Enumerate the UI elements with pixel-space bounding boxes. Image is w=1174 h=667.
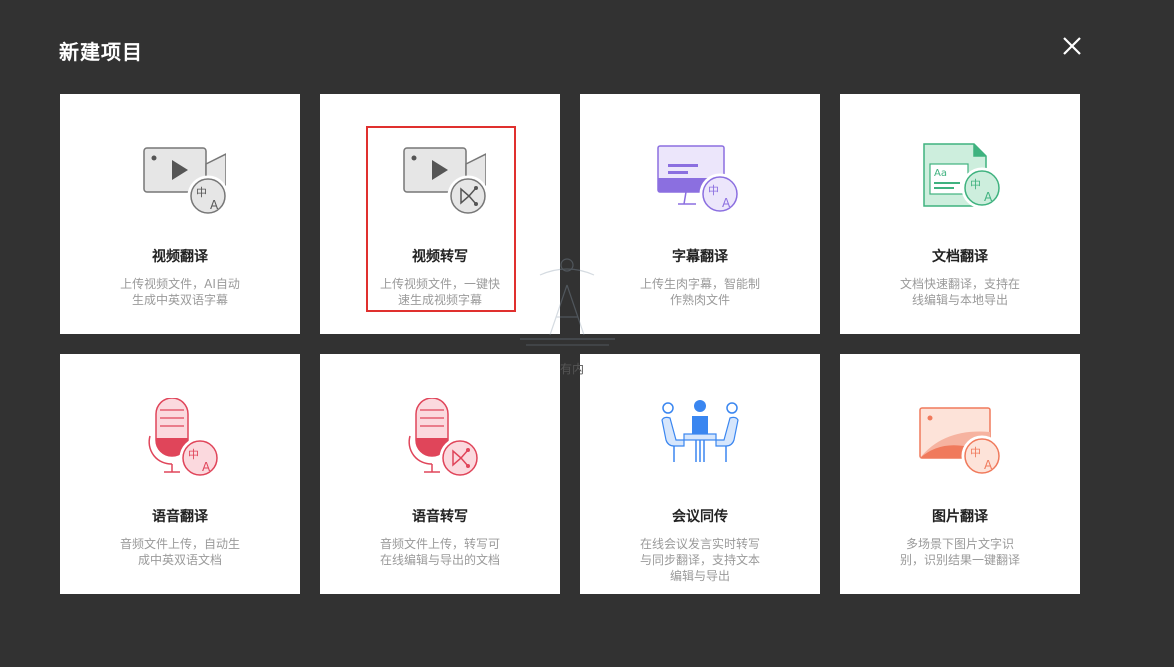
card-title: 视频翻译	[152, 249, 208, 265]
card-audio-translate[interactable]: 中 A 语音翻译 音频文件上传，自动生成中英双语文档	[60, 354, 300, 594]
meeting-interpret-icon	[661, 400, 739, 462]
video-transcribe-icon	[403, 147, 486, 217]
card-image-translate[interactable]: 中 A 图片翻译 多场景下图片文字识别，识别结果一键翻译	[840, 354, 1080, 594]
card-description: 上传生肉字幕，智能制作熟肉文件	[639, 277, 760, 307]
card-description: 音频文件上传，自动生成中英双语文档	[119, 537, 240, 567]
svg-text:A: A	[984, 190, 993, 204]
audio-transcribe-icon	[408, 398, 481, 478]
svg-text:A: A	[202, 460, 211, 474]
svg-text:中: 中	[188, 448, 199, 461]
card-title: 语音翻译	[152, 509, 208, 525]
svg-text:中: 中	[970, 178, 981, 191]
card-audio-transcribe[interactable]: 语音转写 音频文件上传，转写可在线编辑与导出的文档	[320, 354, 560, 594]
video-translate-icon: 中 A	[143, 147, 226, 217]
svg-text:A: A	[722, 196, 731, 210]
card-video-translate[interactable]: 中 A 视频翻译 上传视频文件，AI自动生成中英双语字幕	[60, 94, 300, 334]
project-type-grid: 中 A 视频翻译 上传视频文件，AI自动生成中英双语字幕 视频转写 上传视频文件…	[60, 94, 1080, 594]
close-icon	[1063, 37, 1081, 55]
close-button[interactable]	[1058, 32, 1086, 60]
card-title: 语音转写	[412, 509, 468, 525]
card-meeting-interpret[interactable]: 会议同传 在线会议发言实时转写与同步翻译，支持文本编辑与导出	[580, 354, 820, 594]
card-title: 字幕翻译	[672, 249, 728, 265]
card-title: 文档翻译	[932, 249, 988, 265]
card-description: 上传视频文件，一键快速生成视频字幕	[379, 277, 500, 307]
svg-text:Aa: Aa	[934, 168, 947, 179]
card-description: 上传视频文件，AI自动生成中英双语字幕	[120, 277, 240, 307]
document-translate-icon: Aa 中 A	[923, 143, 1003, 209]
svg-text:A: A	[984, 458, 993, 472]
audio-translate-icon: 中 A	[148, 398, 221, 478]
card-description: 多场景下图片文字识别，识别结果一键翻译	[899, 537, 1020, 567]
card-title: 会议同传	[672, 509, 728, 525]
subtitle-translate-icon: 中 A	[657, 145, 741, 215]
svg-text:中: 中	[196, 186, 207, 199]
card-description: 音频文件上传，转写可在线编辑与导出的文档	[379, 537, 500, 567]
dialog-title: 新建项目	[59, 40, 143, 64]
card-title: 视频转写	[412, 249, 468, 265]
svg-text:中: 中	[970, 446, 981, 459]
image-translate-icon: 中 A	[919, 407, 1003, 477]
card-document-translate[interactable]: Aa 中 A 文档翻译 文档快速翻译，支持在线编辑与本地导出	[840, 94, 1080, 334]
svg-text:A: A	[210, 198, 219, 212]
card-video-transcribe[interactable]: 视频转写 上传视频文件，一键快速生成视频字幕	[320, 94, 560, 334]
card-description: 在线会议发言实时转写与同步翻译，支持文本编辑与导出	[639, 537, 760, 583]
svg-text:中: 中	[708, 184, 719, 197]
card-description: 文档快速翻译，支持在线编辑与本地导出	[899, 277, 1020, 307]
card-subtitle-translate[interactable]: 中 A 字幕翻译 上传生肉字幕，智能制作熟肉文件	[580, 94, 820, 334]
card-title: 图片翻译	[932, 509, 988, 525]
